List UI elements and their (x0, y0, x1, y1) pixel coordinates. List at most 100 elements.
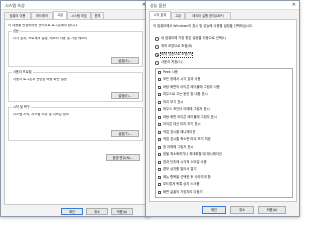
list-item[interactable]: 바탕 화면 아이콘 레이블에 그림자 표시 (158, 115, 290, 120)
visual-effects-panel: 이 컴퓨터에서 Windows의 표시 및 성능에 사용할 설정을 선택하십시오… (149, 19, 297, 202)
list-item-label: 메뉴 항목을 선택한 후 사라지게 함 (163, 174, 211, 179)
performance-description: 시각 효과, 프로세서 일정, 메모리 사용 및 가상 메모리 (13, 37, 88, 40)
user-profiles-settings-button[interactable]: 설정(E)... (111, 92, 139, 99)
list-item-label: Peek 사용 (163, 69, 178, 74)
startup-recovery-group: 시작 및 복구 시스템 시작, 시스템 오류 및 디버깅 정보 설정(T)... (8, 105, 143, 141)
startup-recovery-description: 시스템 시작, 시스템 오류 및 디버깅 정보 (13, 113, 69, 116)
visual-effects-list[interactable]: Peek 사용 모든 창에서 시각 효과 사용 바탕 화면의 아이콘 레이블에 … (155, 68, 293, 198)
list-item[interactable]: 아이콘 대신 미리 보기 표시 (158, 122, 290, 128)
tab-computer-name[interactable]: 컴퓨터 이름 (4, 12, 31, 19)
radio-button-selected[interactable] (155, 53, 159, 57)
system-properties-window: 시스템 속성 ✕ 컴퓨터 이름 하드웨어 고급 시스템 보호 원격 이 내용을 … (0, 0, 150, 217)
tab-visual-effects[interactable]: 시각 효과 (149, 11, 171, 19)
environment-variables-button[interactable]: 환경 변수(N)... (106, 154, 140, 161)
list-item[interactable]: 작업 표시줄 축소판 미리 보기 저장 (158, 137, 290, 143)
radio-button[interactable] (155, 37, 159, 41)
list-item-label: 마우스로 끄는 동안 창 내용 표시 (163, 92, 208, 97)
list-item[interactable]: 부드럽게 목록 상자 스크롤 (158, 182, 290, 188)
tab-system-protection[interactable]: 시스템 보호 (67, 12, 91, 19)
ok-button[interactable]: 확인 (202, 206, 226, 214)
checkbox[interactable] (158, 183, 162, 187)
advanced-tab-panel: 이 내용을 변경하려면 관리자로 로그온해야 합니다. 성능 시각 효과, 프로… (4, 19, 147, 205)
tab-hardware[interactable]: 하드웨어 (31, 12, 53, 19)
checkbox[interactable] (158, 130, 162, 134)
checkbox[interactable] (158, 108, 162, 112)
checkbox[interactable] (158, 145, 162, 149)
list-item-label: 바탕 화면 아이콘 레이블에 그림자 표시 (163, 114, 217, 119)
list-item[interactable]: 마우스로 끄는 동안 창 내용 표시 (158, 92, 290, 98)
checkbox[interactable] (158, 123, 162, 127)
list-item[interactable]: 바탕 화면의 아이콘 레이블에 그림자 사용 (158, 85, 290, 90)
list-item-label: 창과 단추에 시각적 스타일 사용 (163, 159, 207, 164)
radio-button[interactable] (155, 61, 159, 65)
startup-recovery-label: 시작 및 복구 (12, 105, 31, 110)
list-item[interactable]: 마우스 포인터 아래에 그림자 표시 (158, 107, 290, 113)
visual-effects-intro: 이 컴퓨터에서 Windows의 표시 및 성능에 사용할 설정을 선택하십시오… (153, 24, 253, 28)
checkbox[interactable] (158, 175, 162, 179)
performance-settings-button[interactable]: 설정(S)... (111, 57, 139, 64)
title-bar[interactable]: 시스템 속성 ✕ (1, 1, 149, 10)
checkbox[interactable] (158, 153, 162, 157)
cancel-button[interactable]: 취소 (230, 206, 254, 214)
checkbox[interactable] (158, 93, 162, 97)
checkbox[interactable] (158, 100, 162, 104)
window-title: 성능 옵션 (150, 3, 166, 8)
list-item-label: 모든 창에서 시각 효과 사용 (163, 77, 201, 82)
list-item[interactable]: 창과 단추에 시각적 스타일 사용 (158, 160, 290, 165)
checkbox[interactable] (158, 190, 162, 194)
list-item[interactable]: 작업 표시줄 애니메이션 (158, 130, 290, 135)
performance-options-window: 성능 옵션 ✕ 시각 효과 고급 데이터 실행 방지(DEP) 이 컴퓨터에서 … (145, 0, 300, 217)
list-item-label: 작업 표시줄 애니메이션 (163, 129, 196, 134)
ok-button[interactable]: 확인 (61, 208, 83, 215)
title-bar[interactable]: 성능 옵션 ✕ (146, 1, 299, 10)
list-item[interactable]: 창을 최소화하거나 최대화할 때 애니메이션 (158, 152, 290, 158)
list-item-label: 부드럽게 목록 상자 스크롤 (163, 182, 200, 187)
list-item[interactable]: 창 아래에 그림자 표시 (158, 145, 290, 150)
radio-button[interactable] (155, 45, 159, 49)
window-title: 시스템 속성 (5, 3, 25, 8)
performance-group: 성능 시각 효과, 프로세서 일정, 메모리 사용 및 가상 메모리 설정(S)… (8, 29, 143, 67)
cancel-button[interactable]: 취소 (86, 208, 108, 215)
user-profiles-group: 사용자 프로필 사용자 로그온과 관련된 바탕 화면 설정 설정(E)... (8, 70, 143, 102)
list-item-label: 창을 최소화하거나 최대화할 때 애니메이션 (163, 152, 222, 157)
tab-dep[interactable]: 데이터 실행 방지(DEP) (185, 12, 231, 19)
radio-label: 사용자 지정(C): (161, 60, 184, 65)
checkbox[interactable] (158, 115, 162, 119)
list-item-label: 바탕 화면의 아이콘 레이블에 그림자 사용 (163, 84, 220, 89)
list-item-label: 마우스 포인터 아래에 그림자 표시 (163, 107, 210, 112)
tab-strip: 시각 효과 고급 데이터 실행 방지(DEP) (149, 11, 296, 19)
list-item[interactable]: 모든 창에서 시각 효과 사용 (158, 77, 290, 83)
checkbox[interactable] (158, 160, 162, 164)
list-item-label: 미리 보기 표시 (163, 99, 184, 104)
checkbox[interactable] (158, 168, 162, 172)
list-item[interactable]: Peek 사용 (158, 70, 290, 75)
list-item-label: 아이콘 대신 미리 보기 표시 (163, 122, 201, 127)
list-item-label: 작업 표시줄 축소판 미리 보기 저장 (163, 137, 211, 142)
list-item[interactable]: 화면 글꼴의 가장자리 다듬기 (158, 190, 290, 195)
list-item[interactable]: 콤보 상자를 밀어서 열기 (158, 167, 290, 173)
radio-label: 최적 모양으로 조정(B) (161, 44, 193, 49)
tab-strip: 컴퓨터 이름 하드웨어 고급 시스템 보호 원격 (4, 11, 146, 19)
tab-remote[interactable]: 원격 (91, 12, 104, 19)
startup-recovery-settings-button[interactable]: 설정(T)... (111, 130, 139, 137)
admin-notice: 이 내용을 변경하려면 관리자로 로그온해야 합니다. (8, 24, 78, 27)
list-item-label: 화면 글꼴의 가장자리 다듬기 (163, 189, 203, 194)
apply-button[interactable]: 적용(A) (111, 208, 133, 215)
list-item[interactable]: 메뉴 항목을 선택한 후 사라지게 함 (158, 175, 290, 180)
tab-advanced[interactable]: 고급 (171, 12, 185, 19)
close-icon[interactable]: ✕ (292, 3, 296, 8)
performance-label: 성능 (12, 29, 20, 34)
list-item[interactable]: 미리 보기 표시 (158, 100, 290, 105)
checkbox[interactable] (158, 70, 162, 74)
user-profiles-label: 사용자 프로필 (12, 70, 33, 75)
checkbox[interactable] (158, 85, 162, 89)
radio-label: 내 컴퓨터에 가장 좋은 설정을 자동으로 선택(L) (161, 36, 227, 41)
tab-advanced[interactable]: 고급 (53, 11, 67, 19)
apply-button[interactable]: 적용(A) (258, 206, 286, 214)
user-profiles-description: 사용자 로그온과 관련된 바탕 화면 설정 (13, 78, 67, 81)
checkbox[interactable] (158, 138, 162, 142)
list-item-label: 콤보 상자를 밀어서 열기 (163, 167, 197, 172)
radio-label: 최적 성능으로 조정(P) (160, 52, 193, 58)
checkbox[interactable] (158, 78, 162, 82)
list-item-label: 창 아래에 그림자 표시 (163, 144, 194, 149)
